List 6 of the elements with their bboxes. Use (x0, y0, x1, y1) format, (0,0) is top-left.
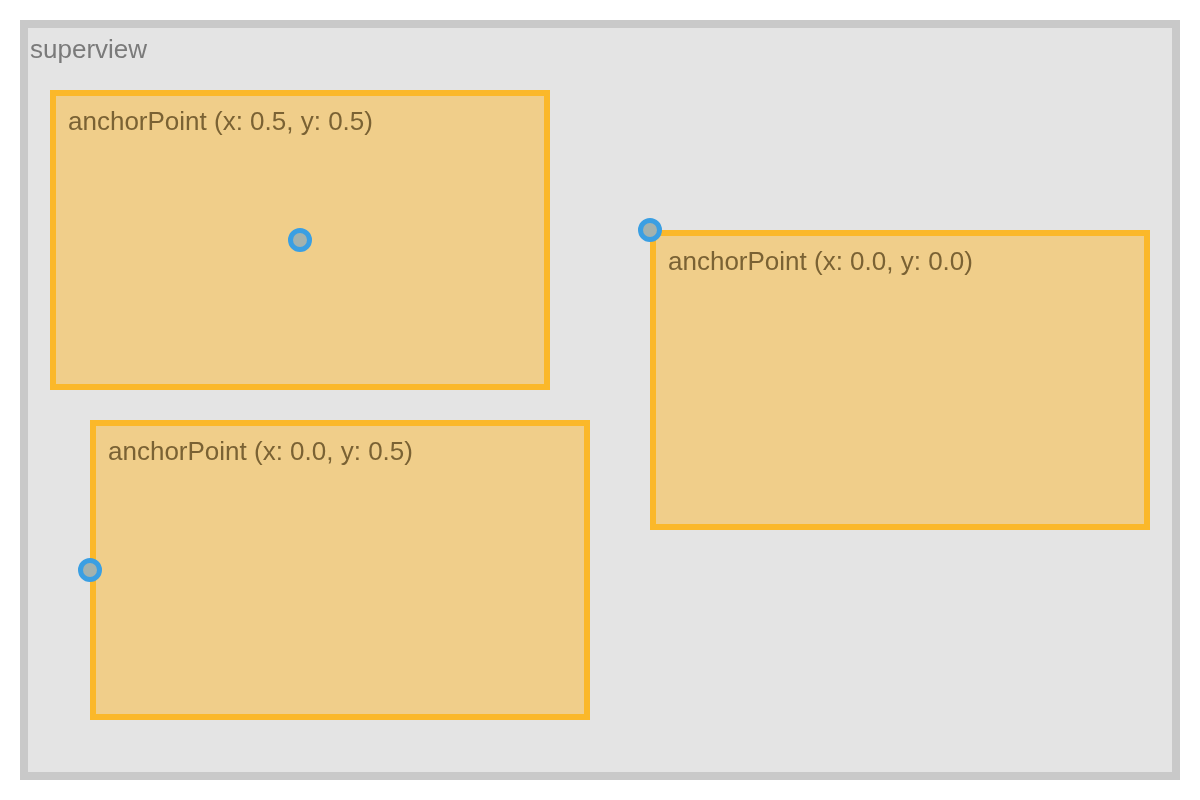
anchor-label: anchorPoint (x: 0.0, y: 0.5) (108, 436, 413, 468)
anchor-label: anchorPoint (x: 0.0, y: 0.0) (668, 246, 973, 278)
anchor-label: anchorPoint (x: 0.5, y: 0.5) (68, 106, 373, 138)
anchor-point-dot (638, 218, 662, 242)
superview-label: superview (30, 34, 148, 66)
anchor-point-dot (78, 558, 102, 582)
